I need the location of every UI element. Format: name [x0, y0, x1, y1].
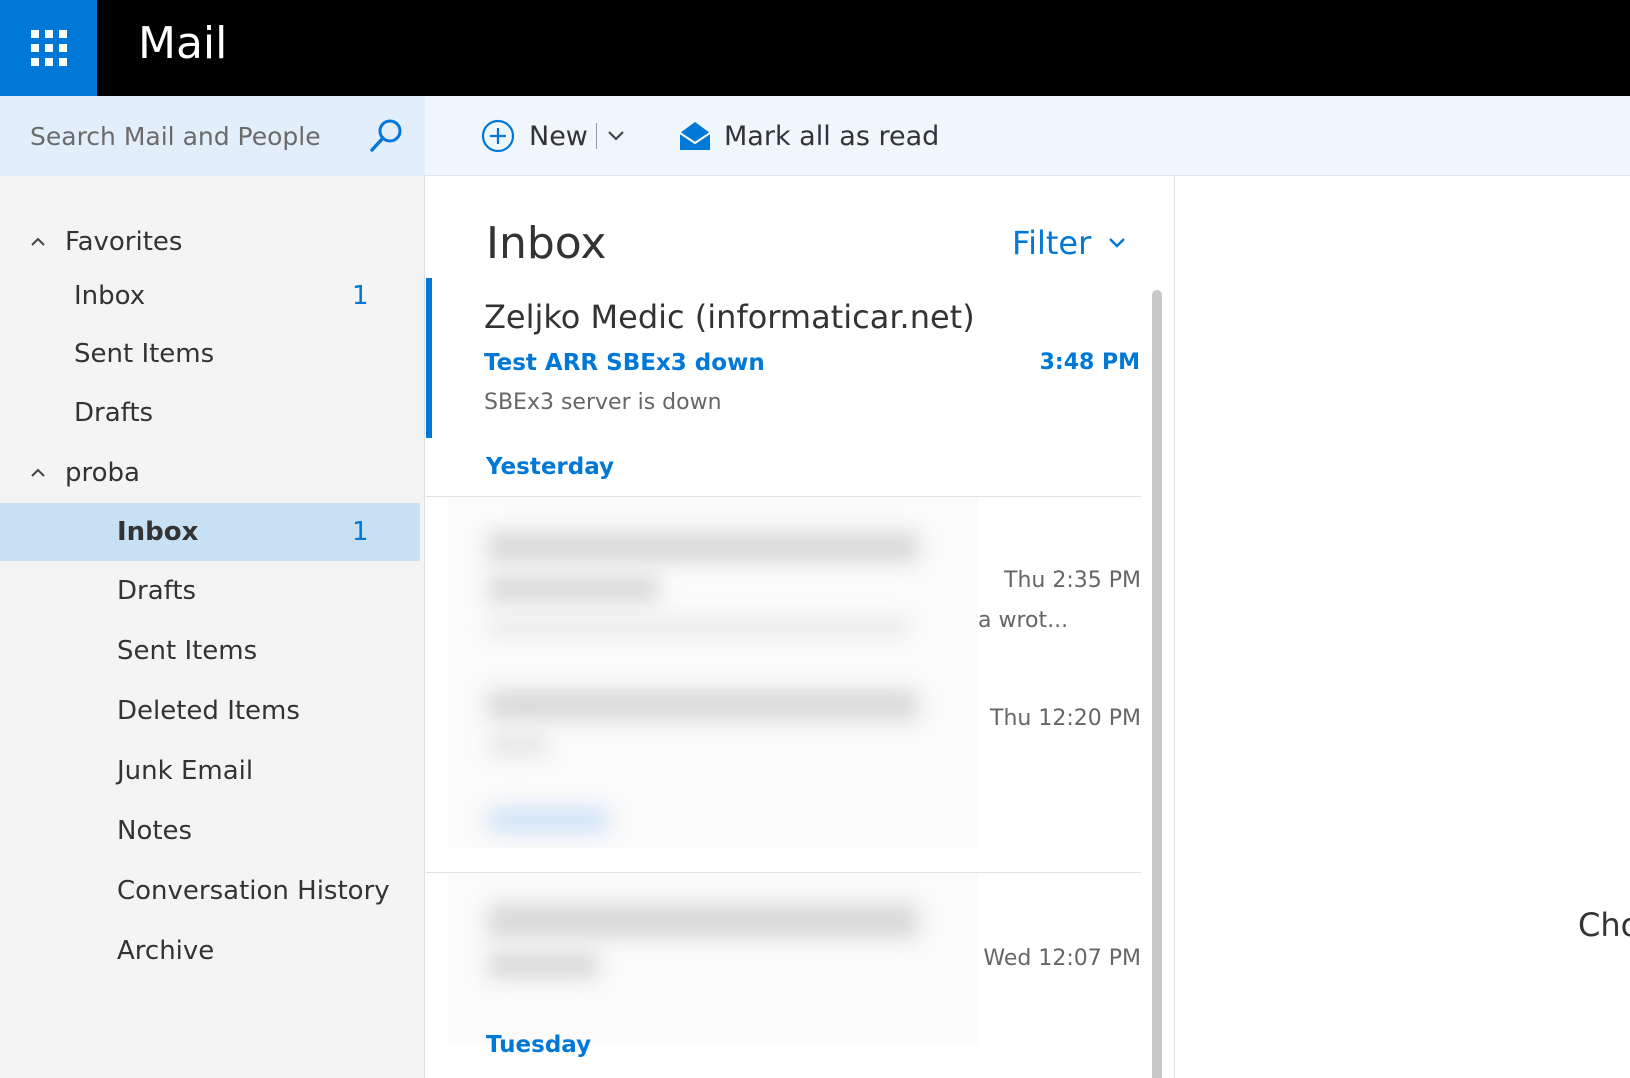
- plus-circle-icon: [481, 119, 515, 153]
- reading-pane-placeholder: Cho: [1578, 906, 1630, 944]
- mark-all-read-label: Mark all as read: [724, 120, 940, 152]
- folder-label: Conversation History: [117, 876, 390, 906]
- folder-label: Inbox: [74, 281, 146, 311]
- new-button-separator: [595, 123, 597, 149]
- folder-label: Inbox: [117, 517, 199, 547]
- new-button-label: New: [529, 120, 588, 152]
- folder-proba-drafts[interactable]: Drafts: [0, 562, 420, 620]
- folder-proba-archive[interactable]: Archive: [0, 922, 420, 980]
- folder-favorites-sent-items[interactable]: Sent Items: [0, 325, 420, 383]
- unread-count: 1: [352, 281, 369, 311]
- redacted-group-header: [488, 808, 608, 832]
- filter-button[interactable]: Filter: [1012, 224, 1129, 262]
- list-scrollbar[interactable]: [1152, 290, 1162, 1078]
- unread-count: 1: [352, 517, 369, 547]
- message-item[interactable]: Wed 12:07 PM: [448, 874, 1141, 1044]
- group-header-tuesday: Tuesday: [486, 1032, 592, 1058]
- new-message-button[interactable]: New: [481, 116, 627, 156]
- folder-proba-deleted-items[interactable]: Deleted Items: [0, 682, 420, 740]
- folder-proba-sent-items[interactable]: Sent Items: [0, 622, 420, 680]
- group-divider: [426, 496, 1141, 497]
- message-time: 3:48 PM: [1039, 350, 1140, 375]
- folder-label: Junk Email: [117, 756, 254, 786]
- folder-label: Sent Items: [117, 636, 258, 666]
- folder-favorites-drafts[interactable]: Drafts: [0, 384, 420, 442]
- redacted-subject: [488, 952, 598, 978]
- redacted-sender: [488, 532, 918, 562]
- command-toolbar: New Mark all as read: [425, 96, 1630, 176]
- redacted-preview: [488, 618, 908, 636]
- folder-proba-notes[interactable]: Notes: [0, 802, 420, 860]
- chevron-down-icon[interactable]: [605, 125, 627, 147]
- folder-proba-inbox[interactable]: Inbox 1: [0, 503, 420, 561]
- folder-label: Drafts: [74, 398, 154, 428]
- message-item-selected[interactable]: Zeljko Medic (informaticar.net) Test ARR…: [426, 278, 1141, 438]
- reading-pane: Cho: [1176, 176, 1630, 1078]
- chevron-down-icon: [1109, 238, 1126, 248]
- folder-label: Deleted Items: [117, 696, 300, 726]
- group-header-yesterday: Yesterday: [486, 454, 615, 480]
- list-title: Inbox: [486, 218, 607, 269]
- redacted-subject: [488, 576, 658, 602]
- redacted-sender: [488, 690, 918, 720]
- folder-pane: Favorites Inbox 1 Sent Items Drafts prob…: [0, 176, 425, 1078]
- chevron-up-icon: [31, 237, 45, 246]
- redacted-subject: [488, 734, 548, 756]
- redacted-sender: [488, 904, 918, 938]
- open-envelope-icon: [679, 122, 711, 150]
- folder-favorites-inbox[interactable]: Inbox 1: [0, 267, 420, 325]
- search-box: [0, 96, 425, 176]
- message-preview: a wrot...: [978, 608, 1069, 633]
- mark-all-read-button[interactable]: Mark all as read: [678, 116, 939, 156]
- message-subject: Test ARR SBEx3 down: [484, 350, 765, 376]
- message-item[interactable]: Thu 12:20 PM: [448, 658, 1141, 848]
- section-label: proba: [65, 458, 140, 488]
- folder-label: Drafts: [117, 576, 197, 606]
- message-preview: SBEx3 server is down: [484, 390, 722, 415]
- top-bar: Mail: [0, 0, 1630, 96]
- group-divider: [426, 872, 1141, 873]
- folder-proba-conversation-history[interactable]: Conversation History: [0, 862, 420, 920]
- search-icon[interactable]: [366, 116, 406, 156]
- folder-label: Notes: [117, 816, 193, 846]
- message-list: Inbox Filter Zeljko Medic (informaticar.…: [426, 176, 1175, 1078]
- waffle-icon: [30, 30, 67, 66]
- section-favorites[interactable]: Favorites: [0, 217, 425, 267]
- message-time: Wed 12:07 PM: [983, 946, 1141, 971]
- message-sender: Zeljko Medic (informaticar.net): [484, 298, 975, 336]
- message-item[interactable]: Thu 2:35 PM a wrot...: [448, 498, 1141, 658]
- search-input[interactable]: [30, 114, 360, 158]
- app-launcher-button[interactable]: [0, 0, 97, 96]
- folder-proba-junk-email[interactable]: Junk Email: [0, 742, 420, 800]
- chevron-up-icon: [31, 468, 45, 477]
- section-proba[interactable]: proba: [0, 448, 425, 498]
- message-time: Thu 12:20 PM: [990, 706, 1141, 731]
- folder-label: Archive: [117, 936, 215, 966]
- app-title: Mail: [138, 18, 228, 69]
- message-time: Thu 2:35 PM: [1004, 568, 1141, 593]
- filter-label: Filter: [1012, 224, 1092, 262]
- section-label: Favorites: [65, 227, 183, 257]
- folder-label: Sent Items: [74, 339, 215, 369]
